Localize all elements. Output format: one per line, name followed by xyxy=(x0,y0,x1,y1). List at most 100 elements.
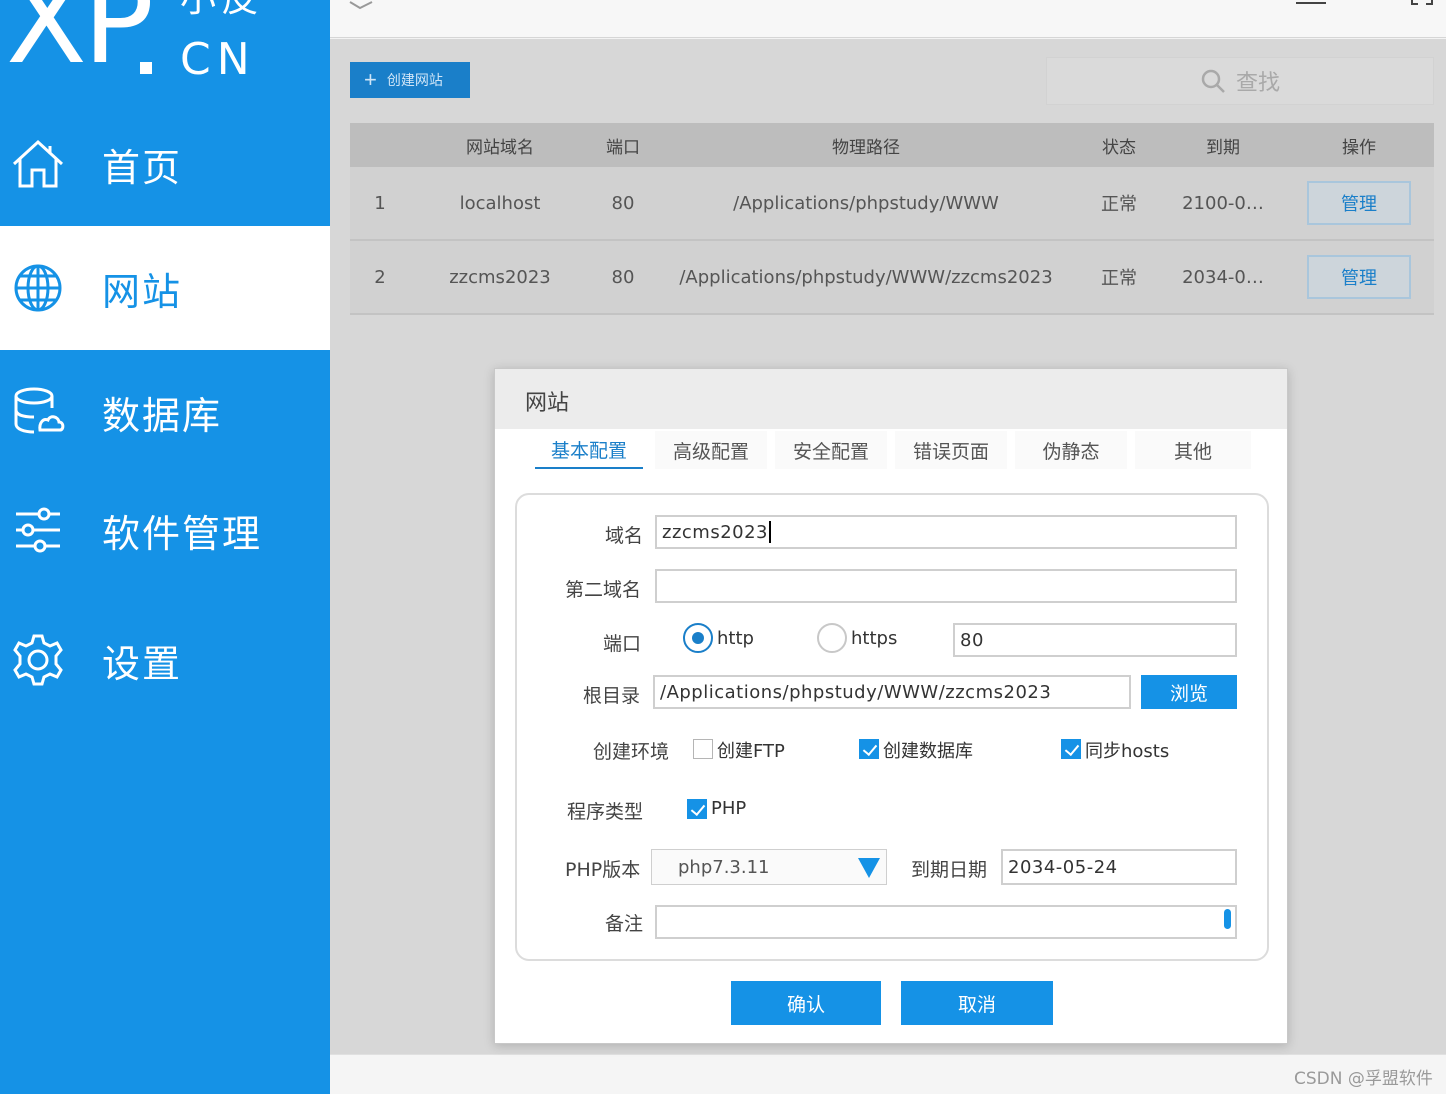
sidebar-item-label: 首页 xyxy=(102,145,183,190)
row-index: 1 xyxy=(374,192,386,214)
remark-label: 备注 xyxy=(605,913,644,935)
second-domain-input[interactable] xyxy=(655,569,1237,603)
logo-sub-text: 小皮 xyxy=(180,0,264,18)
text-caret xyxy=(769,521,772,543)
expire-date-input[interactable]: 2034-05-24 xyxy=(1001,849,1237,885)
watermark: CSDN @孚盟软件 xyxy=(1294,1069,1433,1089)
search-icon xyxy=(1201,69,1225,93)
php-version-select[interactable]: php7.3.11 xyxy=(651,849,887,885)
domain-value: zzcms2023 xyxy=(662,521,769,543)
row-index: 2 xyxy=(374,266,386,288)
root-dir-label: 根目录 xyxy=(583,685,641,707)
logo-dot xyxy=(140,62,152,74)
create-ftp-checkbox[interactable] xyxy=(693,739,713,759)
create-database-label: 创建数据库 xyxy=(883,741,973,762)
column-header: 网站域名 xyxy=(466,137,534,158)
sidebar-item-website[interactable]: 网站 xyxy=(0,226,330,350)
php-version-label: PHP版本 xyxy=(565,859,641,881)
https-radio-label: https xyxy=(851,628,898,649)
sidebar-item-label: 设置 xyxy=(102,641,183,686)
create-website-label: 创建网站 xyxy=(386,72,443,88)
sidebar-item-label: 网站 xyxy=(102,269,183,314)
app-logo: 小皮 XP CN xyxy=(0,0,330,105)
logo-suffix-text: CN xyxy=(180,34,256,85)
dialog-header: 网站 xyxy=(495,369,1287,429)
search-label: 查找 xyxy=(1235,71,1280,96)
http-radio[interactable] xyxy=(683,623,713,653)
tab-other[interactable]: 其他 xyxy=(1135,431,1251,469)
tab-error-pages[interactable]: 错误页面 xyxy=(895,431,1007,469)
remark-textarea[interactable] xyxy=(655,905,1237,939)
dialog-title: 网站 xyxy=(525,391,570,416)
bottom-bar xyxy=(330,1054,1446,1094)
column-header: 端口 xyxy=(606,137,640,158)
sidebar-item-software[interactable]: 软件管理 xyxy=(0,468,330,592)
http-radio-label: http xyxy=(717,628,754,649)
row-path: /Applications/phpstudy/WWW xyxy=(733,192,999,214)
search-button[interactable]: 查找 xyxy=(1046,57,1434,105)
row-status: 正常 xyxy=(1101,194,1137,215)
domain-label: 域名 xyxy=(605,525,644,547)
globe-icon xyxy=(14,264,62,312)
tab-security-config[interactable]: 安全配置 xyxy=(775,431,887,469)
top-bar xyxy=(330,0,1446,38)
tab-advanced-config[interactable]: 高级配置 xyxy=(655,431,767,469)
sync-hosts-label: 同步hosts xyxy=(1085,741,1170,762)
create-ftp-label: 创建FTP xyxy=(717,741,785,762)
row-domain: localhost xyxy=(459,192,541,214)
sidebar-item-home[interactable]: 首页 xyxy=(0,102,330,226)
sidebar-item-database[interactable]: 数据库 xyxy=(0,350,330,474)
second-domain-label: 第二域名 xyxy=(565,579,642,601)
https-radio[interactable] xyxy=(817,623,847,653)
php-checkbox[interactable] xyxy=(687,799,707,819)
dialog-tabs: 基本配置 高级配置 安全配置 错误页面 伪静态 其他 xyxy=(535,431,1255,471)
chevron-down-icon xyxy=(858,858,880,878)
cancel-button[interactable]: 取消 xyxy=(901,981,1053,1025)
basic-config-form: 域名 zzcms2023 第二域名 端口 http https 80 根目录 /… xyxy=(515,493,1269,961)
sidebar-item-settings[interactable]: 设置 xyxy=(0,598,330,722)
logo-main-text: XP xyxy=(6,0,154,90)
row-domain: zzcms2023 xyxy=(449,266,551,288)
port-label: 端口 xyxy=(603,633,642,655)
row-port: 80 xyxy=(611,192,635,214)
menu-icon[interactable] xyxy=(1296,0,1326,6)
gear-icon xyxy=(13,634,63,686)
website-dialog: 网站 基本配置 高级配置 安全配置 错误页面 伪静态 其他 域名 zzcms20… xyxy=(494,368,1288,1044)
sidebar: 小皮 XP CN 首页 网站 数据库 软件管理 xyxy=(0,0,330,1094)
table-row: 1 localhost 80 /Applications/phpstudy/WW… xyxy=(350,167,1434,241)
sync-hosts-checkbox[interactable] xyxy=(1061,739,1081,759)
domain-input[interactable]: zzcms2023 xyxy=(655,515,1237,549)
php-version-value: php7.3.11 xyxy=(678,856,770,878)
php-checkbox-label: PHP xyxy=(711,798,747,819)
scrollbar-thumb[interactable] xyxy=(1224,909,1231,929)
browse-button[interactable]: 浏览 xyxy=(1141,675,1237,709)
sidebar-item-label: 软件管理 xyxy=(102,511,263,556)
tab-basic-config[interactable]: 基本配置 xyxy=(535,431,643,469)
sliders-icon xyxy=(16,507,60,553)
root-dir-input[interactable]: /Applications/phpstudy/WWW/zzcms2023 xyxy=(653,675,1131,709)
row-action: 管理 xyxy=(1284,241,1434,313)
manage-button[interactable]: 管理 xyxy=(1307,255,1411,299)
website-table: 网站域名 端口 物理路径 状态 到期 操作 1 localhost 80 /Ap… xyxy=(350,123,1434,315)
row-path: /Applications/phpstudy/WWW/zzcms2023 xyxy=(679,266,1053,288)
create-env-label: 创建环境 xyxy=(593,741,670,763)
expand-icon[interactable] xyxy=(1410,0,1434,6)
row-action: 管理 xyxy=(1284,167,1434,239)
create-website-button[interactable]: + 创建网站 xyxy=(350,62,470,98)
manage-button[interactable]: 管理 xyxy=(1307,181,1411,225)
column-header: 状态 xyxy=(1102,137,1136,158)
expire-date-label: 到期日期 xyxy=(911,859,988,881)
column-header: 到期 xyxy=(1206,137,1240,158)
back-icon[interactable] xyxy=(348,0,374,10)
create-database-checkbox[interactable] xyxy=(859,739,879,759)
confirm-button[interactable]: 确认 xyxy=(731,981,881,1025)
tab-rewrite[interactable]: 伪静态 xyxy=(1015,431,1127,469)
row-status: 正常 xyxy=(1101,268,1137,289)
row-port: 80 xyxy=(611,266,635,288)
row-expires: 2034-0… xyxy=(1182,266,1264,288)
program-type-label: 程序类型 xyxy=(567,801,644,823)
column-header: 物理路径 xyxy=(832,137,900,158)
table-header: 网站域名 端口 物理路径 状态 到期 操作 xyxy=(350,123,1434,167)
row-expires: 2100-0… xyxy=(1182,192,1264,214)
port-input[interactable]: 80 xyxy=(953,623,1237,657)
